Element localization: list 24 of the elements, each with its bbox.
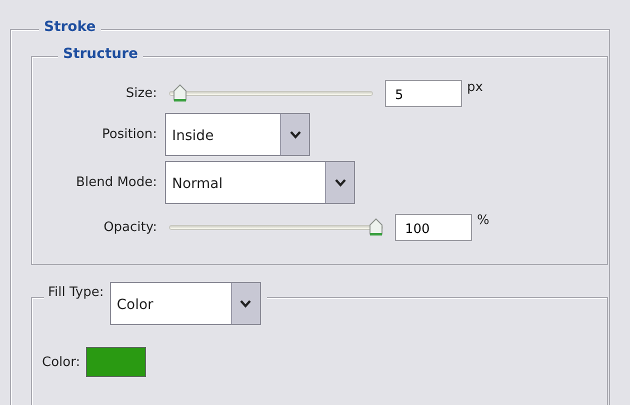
slider-thumb[interactable] [172,84,187,102]
chevron-down-icon [290,130,300,138]
field-label: Blend Mode: [75,175,158,190]
dropdown[interactable]: Inside [165,113,310,156]
unit-label: % [477,213,490,228]
field-label: Position: [101,127,158,142]
slider[interactable] [169,84,373,102]
field-label: Opacity: [102,220,158,234]
field-label: Size: [124,86,158,100]
input-field[interactable]: 100 [395,214,472,240]
slider-thumb[interactable] [369,218,383,236]
slider[interactable] [169,218,383,236]
input-field[interactable]: 5 [385,80,462,106]
dropdown[interactable]: Color [110,282,261,325]
unit-label: px [467,80,483,95]
dropdown-button[interactable] [230,283,260,324]
field-label: Color: [42,354,80,370]
dropdown-button[interactable] [280,114,309,155]
chevron-down-icon [240,300,252,308]
dropdown[interactable]: Normal [165,161,355,204]
color-swatch[interactable] [86,347,146,377]
dropdown-button[interactable] [325,162,354,203]
field-label: Fill Type: [48,285,104,300]
chevron-down-icon [334,178,346,186]
